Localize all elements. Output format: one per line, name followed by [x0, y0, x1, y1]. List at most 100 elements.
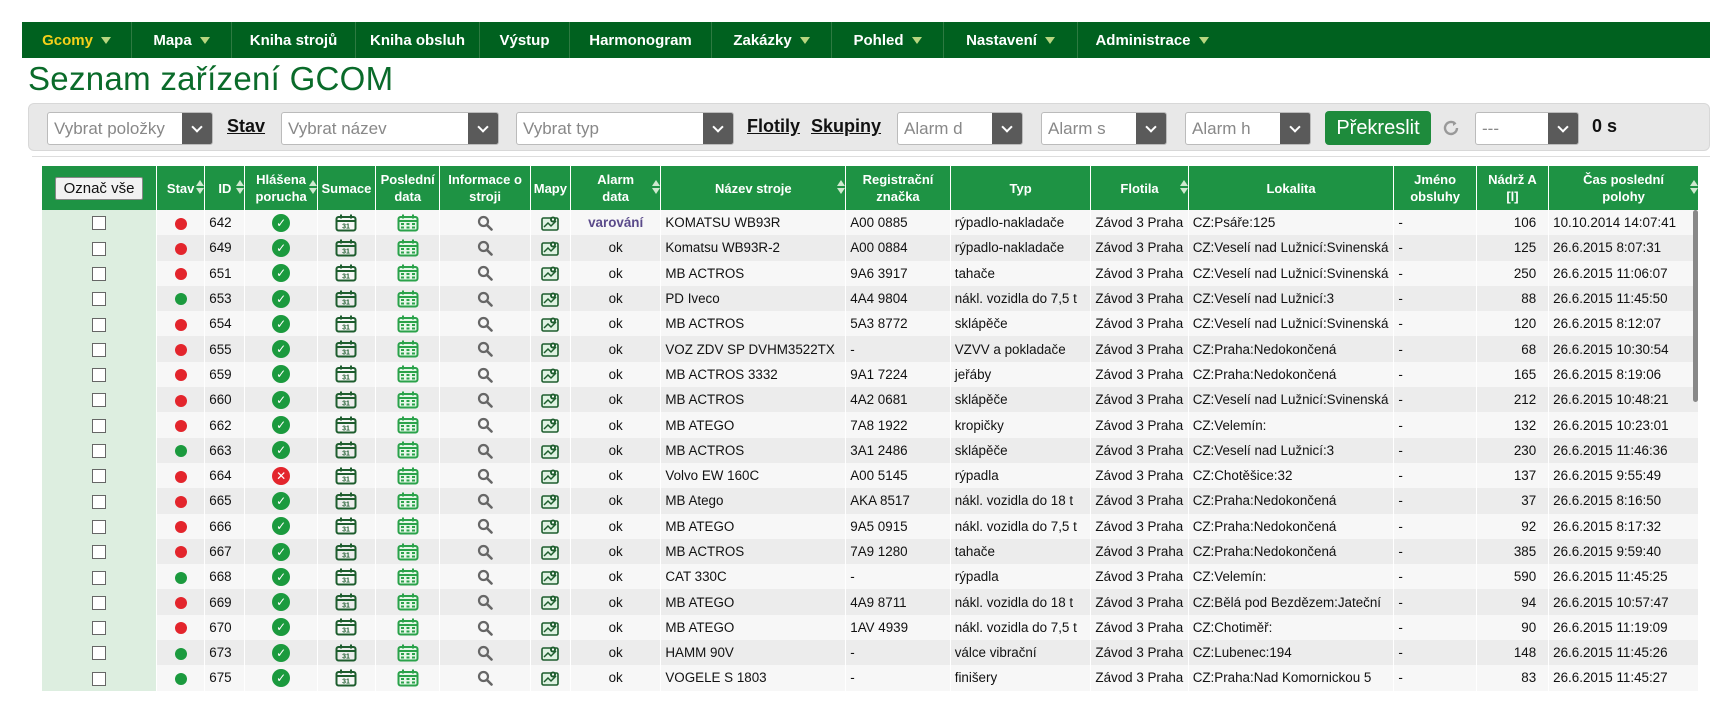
calendar-icon[interactable]: 31	[335, 517, 357, 535]
alarm-s-select[interactable]: Alarm s	[1041, 112, 1167, 145]
search-icon[interactable]	[477, 544, 493, 560]
calendar-icon[interactable]: 31	[335, 618, 357, 636]
th-time[interactable]: Čas poslední polohy	[1548, 166, 1699, 210]
map-icon[interactable]	[541, 493, 560, 509]
data-grid-icon[interactable]	[397, 543, 419, 561]
row-checkbox[interactable]	[92, 266, 107, 281]
search-icon[interactable]	[477, 594, 493, 611]
table-row[interactable]: 659 ✓ 31 ok MB ACTROS 3332 9A1 7224 jeřáby Závo…	[42, 361, 1699, 388]
row-checkbox[interactable]	[92, 292, 107, 307]
calendar-icon[interactable]: 31	[335, 669, 357, 687]
th-tank[interactable]: Nádrž A [l]	[1476, 166, 1550, 210]
nav-item-gcomy[interactable]: Gcomy	[22, 22, 132, 58]
search-icon[interactable]	[477, 670, 493, 687]
calendar-icon[interactable]: 31	[335, 391, 357, 409]
interval-select[interactable]: ---	[1475, 112, 1579, 145]
th-reg[interactable]: Registrační značka	[845, 166, 951, 210]
stav-link[interactable]: Stav	[227, 116, 265, 137]
map-icon[interactable]	[541, 265, 560, 282]
chevron-down-icon[interactable]	[1548, 113, 1578, 144]
nav-item-nastaveni[interactable]: Nastavení	[944, 22, 1078, 58]
table-row[interactable]: 651 ✓ 31 ok MB ACTROS 9A6 3917 tahače Závod 3 P…	[42, 260, 1699, 286]
search-icon[interactable]	[477, 392, 493, 408]
row-checkbox[interactable]	[92, 368, 107, 383]
data-grid-icon[interactable]	[397, 618, 419, 636]
table-row[interactable]: 675 ✓ 31 ok VOGELE S 1803- finišery Závod 3 Pr…	[42, 665, 1699, 691]
data-grid-icon[interactable]	[397, 492, 419, 510]
calendar-icon[interactable]: 31	[335, 239, 357, 257]
search-icon[interactable]	[477, 316, 493, 332]
th-name[interactable]: Název stroje	[660, 166, 847, 210]
table-row[interactable]: 669 ✓ 31 ok MB ATEGO 4A9 8711 nákl. vozidla do…	[42, 589, 1699, 615]
search-icon[interactable]	[477, 493, 493, 509]
fleets-link[interactable]: Flotily	[747, 116, 800, 137]
calendar-icon[interactable]: 31	[335, 290, 357, 308]
mark-all-button[interactable]: Označ vše	[54, 176, 144, 200]
table-row[interactable]: 666 ✓ 31 ok MB ATEGO 9A5 0915 nákl. vozidla do…	[42, 513, 1699, 539]
redraw-button[interactable]: Překreslit	[1325, 111, 1431, 145]
th-operator[interactable]: Jméno obsluhy	[1393, 166, 1477, 210]
data-grid-icon[interactable]	[397, 644, 419, 662]
map-icon[interactable]	[541, 569, 560, 585]
row-checkbox[interactable]	[92, 317, 107, 332]
chevron-down-icon[interactable]	[1136, 113, 1166, 144]
th-type[interactable]: Typ	[950, 166, 1092, 210]
row-checkbox[interactable]	[92, 469, 107, 484]
refresh-icon[interactable]	[1441, 118, 1461, 138]
row-checkbox[interactable]	[92, 342, 107, 357]
row-checkbox[interactable]	[92, 595, 107, 610]
nav-item-vystup[interactable]: Výstup	[480, 22, 570, 58]
map-icon[interactable]	[541, 468, 560, 484]
row-checkbox[interactable]	[92, 418, 107, 433]
th-id[interactable]: ID	[204, 166, 246, 210]
nav-item-harmonogram[interactable]: Harmonogram	[570, 22, 712, 58]
search-icon[interactable]	[477, 417, 493, 434]
search-icon[interactable]	[477, 645, 493, 661]
map-icon[interactable]	[541, 645, 560, 661]
items-select[interactable]: Vybrat položky	[47, 112, 213, 145]
table-row[interactable]: 654 ✓ 31 ok MB ACTROS 5A3 8772 sklápěče Závod 3…	[42, 311, 1699, 337]
calendar-icon[interactable]: 31	[335, 264, 357, 282]
row-checkbox[interactable]	[92, 519, 107, 534]
calendar-icon[interactable]: 31	[335, 340, 357, 358]
nav-item-kniha-obsluh[interactable]: Kniha obsluh	[356, 22, 480, 58]
map-icon[interactable]	[541, 544, 560, 560]
row-checkbox[interactable]	[92, 216, 107, 231]
table-row[interactable]: 642 ✓ 31 varování KOMATSU WB93R A00 0885 rýpad…	[42, 210, 1699, 236]
nav-item-pohled[interactable]: Pohled	[832, 22, 944, 58]
data-grid-icon[interactable]	[397, 467, 419, 485]
search-icon[interactable]	[477, 468, 493, 484]
chevron-down-icon[interactable]	[1280, 113, 1310, 144]
search-icon[interactable]	[477, 291, 493, 307]
search-icon[interactable]	[477, 620, 493, 636]
th-alarm[interactable]: Alarm data	[570, 166, 662, 210]
table-row[interactable]: 663 ✓ 31 ok MB ACTROS 3A1 2486 sklápěče Závod 3…	[42, 437, 1699, 463]
map-icon[interactable]	[541, 518, 560, 535]
row-checkbox[interactable]	[92, 393, 107, 408]
nav-item-kniha-stroju[interactable]: Kniha strojů	[232, 22, 356, 58]
table-row[interactable]: 649 ✓ 31 ok Komatsu WB93R-2 A00 0884 rýpadlo-n…	[42, 235, 1699, 261]
search-icon[interactable]	[477, 367, 493, 383]
calendar-icon[interactable]: 31	[335, 467, 357, 485]
data-grid-icon[interactable]	[397, 416, 419, 434]
table-row[interactable]: 673 ✓ 31 ok HAMM 90V - válce vibrační Závod 3 P…	[42, 640, 1699, 666]
alarm-d-select[interactable]: Alarm d	[897, 112, 1023, 145]
row-checkbox[interactable]	[92, 241, 107, 256]
search-icon[interactable]	[477, 518, 493, 535]
scrollbar[interactable]	[1693, 210, 1698, 402]
nav-item-administrace[interactable]: Administrace	[1078, 22, 1226, 58]
data-grid-icon[interactable]	[397, 517, 419, 535]
map-icon[interactable]	[541, 620, 560, 636]
table-row[interactable]: 664 ✕ 31 ok Volvo EW 160C A00 5145 rýpadla Závo…	[42, 462, 1699, 489]
row-checkbox[interactable]	[92, 545, 107, 560]
data-grid-icon[interactable]	[397, 239, 419, 257]
table-row[interactable]: 655 ✓ 31 ok VOZ ZDV SP DVHM3522TX - VZVV a pok…	[42, 336, 1699, 362]
data-grid-icon[interactable]	[397, 593, 419, 611]
chevron-down-icon[interactable]	[468, 113, 498, 144]
map-icon[interactable]	[541, 670, 560, 687]
alarm-h-select[interactable]: Alarm h	[1185, 112, 1311, 145]
calendar-icon[interactable]: 31	[335, 441, 357, 459]
search-icon[interactable]	[477, 265, 493, 282]
row-checkbox[interactable]	[92, 671, 107, 686]
name-select[interactable]: Vybrat název	[281, 112, 499, 145]
